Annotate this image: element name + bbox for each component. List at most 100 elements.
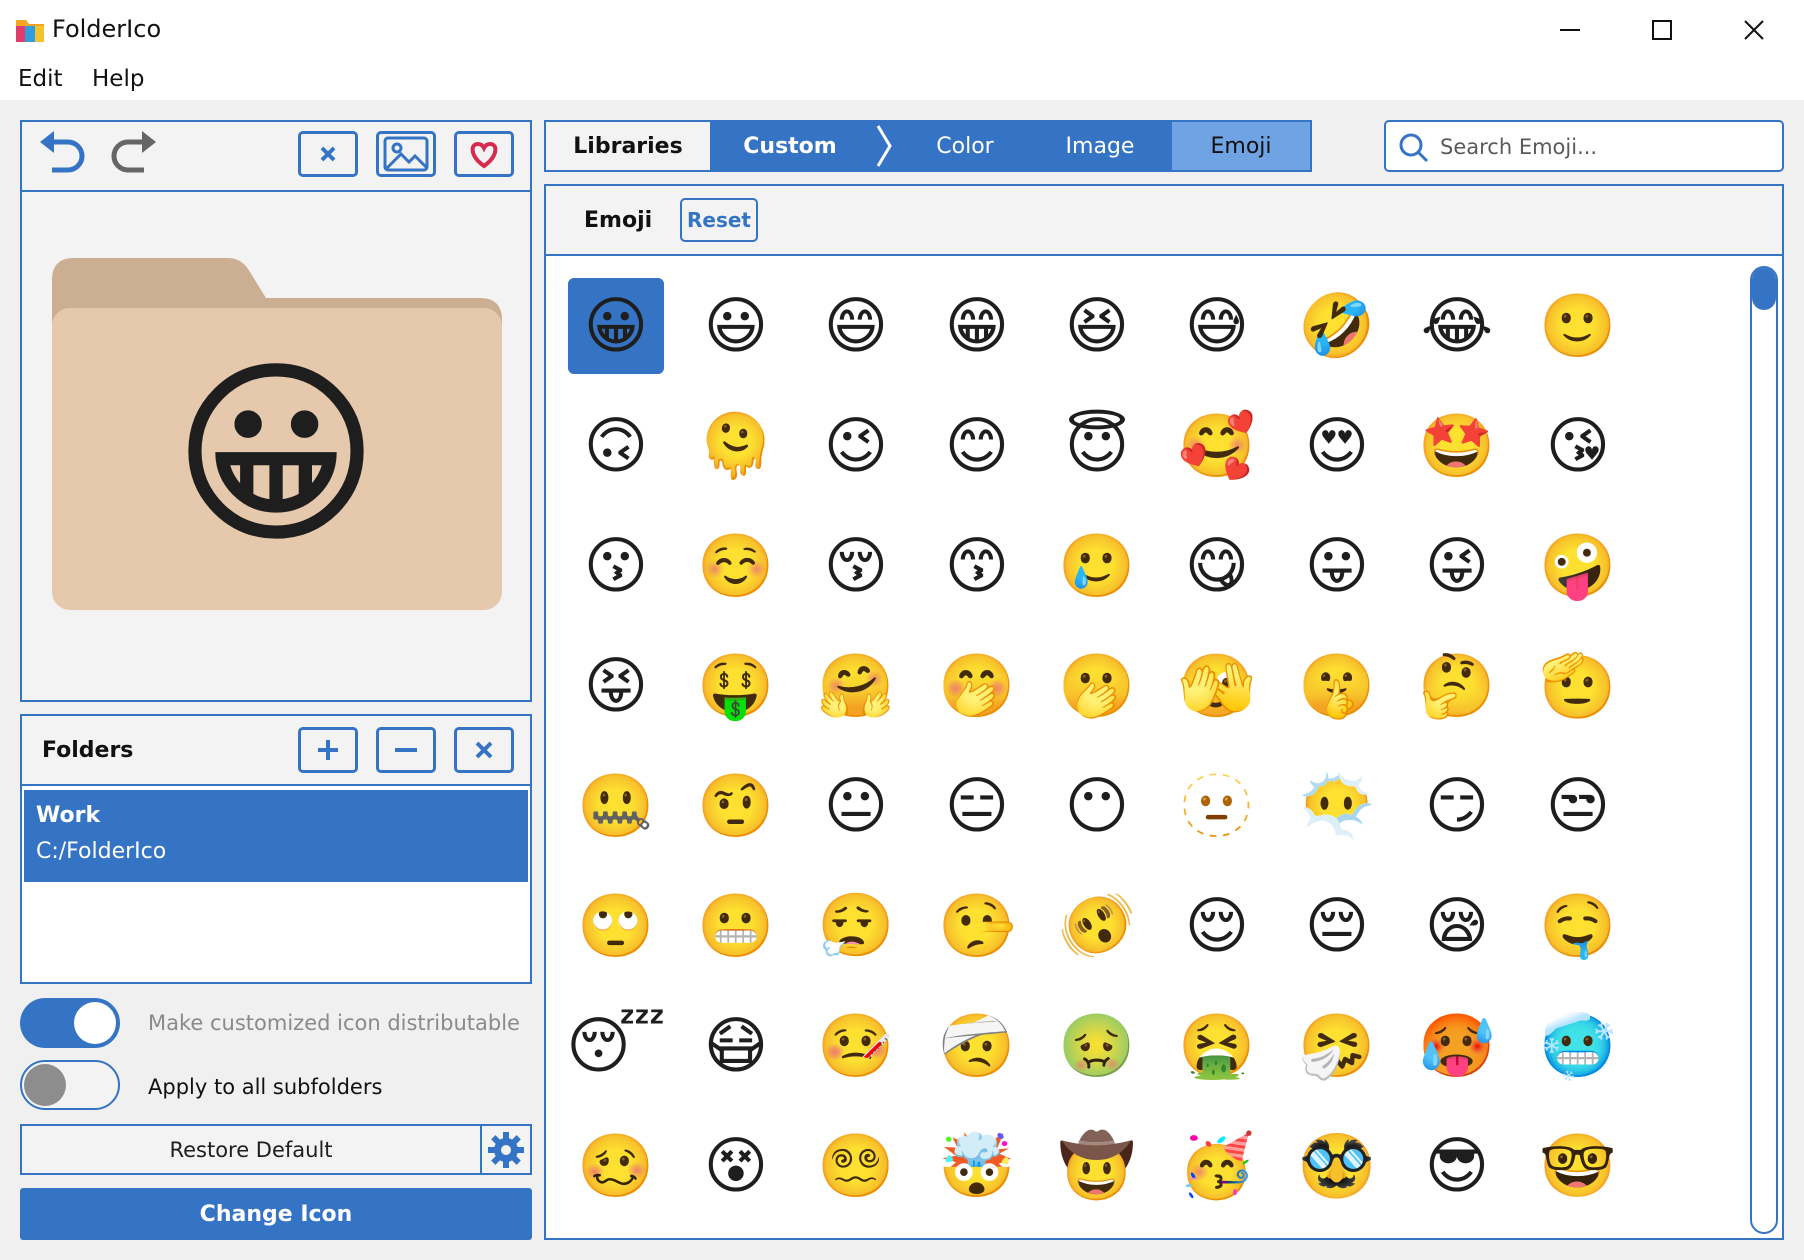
emoji-cell[interactable]: 😌 — [1169, 878, 1265, 974]
emoji-cell[interactable]: 🤥 — [929, 878, 1025, 974]
emoji-cell[interactable]: 🫥 — [1169, 758, 1265, 854]
emoji-cell[interactable]: 😑 — [929, 758, 1025, 854]
settings-button[interactable] — [480, 1124, 532, 1175]
add-folder-button[interactable] — [298, 727, 358, 773]
emoji-cell[interactable]: 😛 — [1289, 518, 1385, 614]
close-button[interactable] — [1708, 0, 1800, 60]
redo-button[interactable] — [100, 128, 160, 180]
restore-default-button[interactable]: Restore Default — [20, 1124, 482, 1175]
emoji-cell[interactable]: 🤧 — [1289, 998, 1385, 1094]
emoji-cell[interactable]: 😮‍💨 — [808, 878, 904, 974]
emoji-cell[interactable]: 🤩 — [1409, 398, 1505, 494]
emoji-cell[interactable]: 😉 — [808, 398, 904, 494]
emoji-cell[interactable]: 🤒 — [808, 998, 904, 1094]
search-box[interactable] — [1384, 120, 1784, 172]
emoji-cell[interactable]: 😄 — [808, 278, 904, 374]
emoji-cell[interactable]: 🤗 — [808, 638, 904, 734]
emoji-cell[interactable]: 😋 — [1169, 518, 1265, 614]
menu-help[interactable]: Help — [92, 64, 144, 94]
emoji-cell[interactable]: 😇 — [1049, 398, 1145, 494]
tab-custom[interactable]: Custom — [710, 122, 870, 170]
clear-folders-button[interactable] — [454, 727, 514, 773]
emoji-cell[interactable]: 🫡 — [1530, 638, 1626, 734]
emoji-cell[interactable]: 🤓 — [1530, 1118, 1626, 1214]
emoji-cell[interactable]: 😏 — [1409, 758, 1505, 854]
emoji-cell[interactable]: 😂 — [1409, 278, 1505, 374]
emoji-cell[interactable]: 🤪 — [1530, 518, 1626, 614]
emoji-cell[interactable]: 🤭 — [929, 638, 1025, 734]
distributable-toggle[interactable] — [20, 998, 120, 1048]
emoji-cell[interactable]: 🤠 — [1049, 1118, 1145, 1214]
undo-button[interactable] — [36, 128, 96, 180]
remove-icon-button[interactable] — [298, 131, 358, 177]
emoji-cell[interactable]: 🙂 — [1530, 278, 1626, 374]
emoji-cell[interactable]: 🥶 — [1530, 998, 1626, 1094]
change-icon-button[interactable]: Change Icon — [20, 1188, 532, 1240]
emoji-cell[interactable]: 😬 — [688, 878, 784, 974]
emoji-cell[interactable]: 😅 — [1169, 278, 1265, 374]
emoji-cell[interactable]: 😐 — [808, 758, 904, 854]
tab-image[interactable]: Image — [1030, 122, 1170, 170]
emoji-cell[interactable]: 🤔 — [1409, 638, 1505, 734]
emoji-cell[interactable]: 😜 — [1409, 518, 1505, 614]
emoji-cell[interactable]: 😃 — [688, 278, 784, 374]
emoji-cell[interactable]: 😎 — [1409, 1118, 1505, 1214]
emoji-cell[interactable]: 😪 — [1409, 878, 1505, 974]
emoji-cell[interactable]: 🥵 — [1409, 998, 1505, 1094]
emoji-cell[interactable]: 😁 — [929, 278, 1025, 374]
emoji-cell[interactable]: 😶‍🌫️ — [1289, 758, 1385, 854]
emoji-cell[interactable]: 😊 — [929, 398, 1025, 494]
menu-edit[interactable]: Edit — [18, 64, 63, 94]
emoji-cell[interactable]: 🥰 — [1169, 398, 1265, 494]
emoji-cell[interactable]: 😍 — [1289, 398, 1385, 494]
reset-button[interactable]: Reset — [680, 198, 758, 242]
emoji-cell[interactable]: 😵 — [688, 1118, 784, 1214]
emoji-cell[interactable]: 🥴 — [568, 1118, 664, 1214]
emoji-cell[interactable]: 🥲 — [1049, 518, 1145, 614]
emoji-cell[interactable]: 😀 — [568, 278, 664, 374]
tab-color[interactable]: Color — [900, 122, 1030, 170]
emoji-cell[interactable]: 🤕 — [929, 998, 1025, 1094]
emoji-cell[interactable]: 😙 — [929, 518, 1025, 614]
folder-list-item[interactable]: Work C:/FolderIco — [24, 790, 528, 882]
emoji-cell[interactable]: 🫢 — [1049, 638, 1145, 734]
scrollbar-track[interactable] — [1750, 266, 1778, 1234]
emoji-cell[interactable]: 🫠 — [688, 398, 784, 494]
emoji-cell[interactable]: 😗 — [568, 518, 664, 614]
emoji-cell[interactable]: 🤮 — [1169, 998, 1265, 1094]
emoji-cell[interactable]: 🤑 — [688, 638, 784, 734]
emoji-cell[interactable]: 🫨 — [1049, 878, 1145, 974]
emoji-cell[interactable]: 🤤 — [1530, 878, 1626, 974]
emoji-cell[interactable]: 🤫 — [1289, 638, 1385, 734]
subfolders-toggle[interactable] — [20, 1060, 120, 1110]
emoji-cell[interactable]: 🤐 — [568, 758, 664, 854]
emoji-cell[interactable]: 🤯 — [929, 1118, 1025, 1214]
scrollbar-thumb[interactable] — [1752, 268, 1776, 310]
emoji-cell[interactable]: 😶 — [1049, 758, 1145, 854]
emoji-cell[interactable]: 🤢 — [1049, 998, 1145, 1094]
emoji-cell[interactable]: 🙃 — [568, 398, 664, 494]
remove-folder-button[interactable] — [376, 727, 436, 773]
emoji-cell[interactable]: 😔 — [1289, 878, 1385, 974]
emoji-cell[interactable]: 🥸 — [1289, 1118, 1385, 1214]
minimize-button[interactable] — [1524, 0, 1616, 60]
emoji-cell[interactable]: 🫣 — [1169, 638, 1265, 734]
emoji-cell[interactable]: 😷 — [688, 998, 784, 1094]
emoji-cell[interactable]: 😆 — [1049, 278, 1145, 374]
favorite-button[interactable] — [454, 131, 514, 177]
emoji-cell[interactable]: 😵‍💫 — [808, 1118, 904, 1214]
emoji-cell[interactable]: 😒 — [1530, 758, 1626, 854]
emoji-cell[interactable]: 🙄 — [568, 878, 664, 974]
emoji-cell[interactable]: 🤣 — [1289, 278, 1385, 374]
image-button[interactable] — [376, 131, 436, 177]
emoji-cell[interactable]: 🥳 — [1169, 1118, 1265, 1214]
tab-emoji[interactable]: Emoji — [1172, 122, 1310, 170]
emoji-cell[interactable]: 😝 — [568, 638, 664, 734]
emoji-cell[interactable]: 😚 — [808, 518, 904, 614]
emoji-cell[interactable]: 😴 — [566, 998, 665, 1094]
maximize-button[interactable] — [1616, 0, 1708, 60]
tab-libraries[interactable]: Libraries — [546, 122, 710, 170]
emoji-cell[interactable]: 😘 — [1530, 398, 1626, 494]
emoji-cell[interactable]: 🤨 — [688, 758, 784, 854]
emoji-cell[interactable]: ☺️ — [688, 518, 784, 614]
